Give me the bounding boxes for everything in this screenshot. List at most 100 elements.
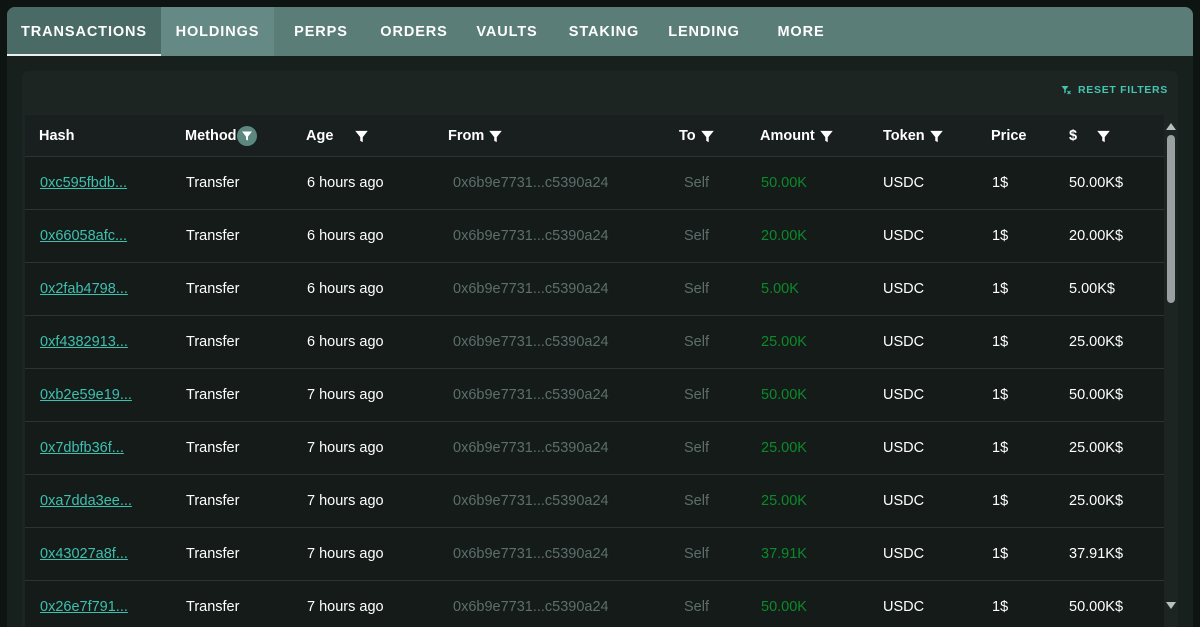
tx-hash-link[interactable]: 0xf4382913... [40, 334, 128, 350]
filter-reset-icon [1061, 86, 1071, 95]
to-filter-button[interactable] [700, 129, 715, 144]
cell-amount: 25.00K [761, 334, 807, 350]
cell-to: Self [684, 440, 709, 456]
cell-hash[interactable]: 0xc595fbdb... [40, 157, 127, 209]
cell-price: 1$ [992, 599, 1009, 615]
cell-token: USDC [883, 599, 925, 615]
cell-usd: 50.00K$ [1069, 599, 1124, 615]
usd-filter-button[interactable] [1096, 129, 1111, 144]
cell-token: USDC [883, 175, 925, 191]
cell-hash[interactable]: 0x66058afc... [40, 210, 127, 262]
cell-from: 0x6b9e7731...c5390a24 [453, 440, 609, 456]
cell-to: Self [684, 387, 709, 403]
column-label-price: Price [991, 128, 1027, 144]
cell-amount: 25.00K [761, 440, 807, 456]
scrollbar-thumb[interactable] [1167, 135, 1175, 303]
filter-funnel-icon [929, 130, 943, 142]
cell-from: 0x6b9e7731...c5390a24 [453, 546, 609, 562]
chevron-down-icon[interactable] [1166, 602, 1176, 609]
column-label-method: Method [185, 128, 237, 144]
column-label-usd: $ [1069, 128, 1078, 144]
tx-hash-link[interactable]: 0xc595fbdb... [40, 175, 127, 191]
table-row: 0x43027a8f... Transfer 7 hours ago 0x6b9e77… [25, 528, 1164, 581]
cell-hash[interactable]: 0xa7dda3ee... [40, 475, 132, 527]
table-scrollbar[interactable] [1165, 121, 1178, 621]
cell-hash[interactable]: 0x26e7f791... [40, 581, 128, 627]
tx-hash-link[interactable]: 0xb2e59e19... [40, 387, 132, 403]
tx-hash-link[interactable]: 0x2fab4798... [40, 281, 128, 297]
filter-funnel-icon [355, 130, 369, 142]
filter-funnel-icon [489, 130, 502, 142]
cell-to: Self [684, 175, 709, 191]
from-filter-button[interactable] [488, 129, 503, 144]
cell-usd: 20.00K$ [1069, 228, 1124, 244]
tab-orders[interactable]: ORDERS [368, 7, 460, 56]
cell-method: Transfer [186, 440, 240, 456]
tab-more[interactable]: MORE [754, 7, 848, 56]
cell-to: Self [684, 546, 709, 562]
cell-amount: 50.00K [761, 175, 807, 191]
cell-age: 6 hours ago [307, 175, 384, 191]
tab-holdings[interactable]: HOLDINGS [161, 7, 274, 56]
cell-hash[interactable]: 0x7dbfb36f... [40, 422, 124, 474]
method-filter-button[interactable] [236, 126, 257, 146]
tx-hash-link[interactable]: 0x43027a8f... [40, 546, 128, 562]
column-label-to: To [679, 128, 696, 144]
cell-price: 1$ [992, 440, 1009, 456]
tx-hash-link[interactable]: 0x26e7f791... [40, 599, 128, 615]
cell-from: 0x6b9e7731...c5390a24 [453, 387, 609, 403]
tab-staking[interactable]: STAKING [554, 7, 654, 56]
cell-age: 7 hours ago [307, 387, 384, 403]
token-filter-button[interactable] [929, 129, 944, 144]
cell-token: USDC [883, 228, 925, 244]
cell-to: Self [684, 228, 709, 244]
filter-funnel-icon [700, 130, 714, 142]
cell-token: USDC [883, 281, 925, 297]
cell-hash[interactable]: 0xb2e59e19... [40, 369, 132, 421]
tx-hash-link[interactable]: 0xa7dda3ee... [40, 493, 132, 509]
cell-price: 1$ [992, 546, 1009, 562]
table-row: 0x7dbfb36f... Transfer 7 hours ago 0x6b9e77… [25, 422, 1164, 475]
cell-method: Transfer [186, 175, 240, 191]
tab-vaults[interactable]: VAULTS [460, 7, 554, 56]
cell-method: Transfer [186, 546, 240, 562]
cell-token: USDC [883, 334, 925, 350]
cell-usd: 50.00K$ [1069, 387, 1124, 403]
reset-filters-button[interactable]: RESET FILTERS [1060, 84, 1168, 96]
tab-bar: TRANSACTIONS HOLDINGS PERPS ORDERS VAULT… [7, 7, 1193, 56]
cell-method: Transfer [186, 599, 240, 615]
filter-funnel-icon [241, 131, 252, 141]
column-header-from: From [448, 115, 503, 157]
table-row: 0x66058afc... Transfer 6 hours ago 0x6b9e77… [25, 210, 1164, 263]
age-filter-button[interactable] [354, 129, 369, 144]
filter-funnel-icon [1097, 130, 1110, 142]
cell-hash[interactable]: 0x43027a8f... [40, 528, 128, 580]
cell-hash[interactable]: 0xf4382913... [40, 316, 128, 368]
column-header-usd: $ [1069, 115, 1111, 157]
chevron-up-icon[interactable] [1166, 123, 1176, 130]
tab-transactions[interactable]: TRANSACTIONS [7, 7, 161, 56]
cell-usd: 25.00K$ [1069, 440, 1124, 456]
filter-funnel-icon [820, 130, 833, 142]
cell-token: USDC [883, 387, 925, 403]
transactions-panel: RESET FILTERS Hash Method Age From To Am… [22, 71, 1178, 627]
cell-token: USDC [883, 493, 925, 509]
cell-age: 6 hours ago [307, 334, 384, 350]
cell-hash[interactable]: 0x2fab4798... [40, 263, 128, 315]
amount-filter-button[interactable] [819, 129, 834, 144]
tx-hash-link[interactable]: 0x66058afc... [40, 228, 127, 244]
cell-price: 1$ [992, 334, 1009, 350]
cell-age: 6 hours ago [307, 228, 384, 244]
cell-amount: 50.00K [761, 599, 807, 615]
cell-from: 0x6b9e7731...c5390a24 [453, 175, 609, 191]
tab-lending[interactable]: LENDING [654, 7, 754, 56]
tx-hash-link[interactable]: 0x7dbfb36f... [40, 440, 124, 456]
cell-to: Self [684, 493, 709, 509]
cell-price: 1$ [992, 228, 1009, 244]
tab-perps[interactable]: PERPS [274, 7, 368, 56]
cell-from: 0x6b9e7731...c5390a24 [453, 228, 609, 244]
table-row: 0xb2e59e19... Transfer 7 hours ago 0x6b9e77… [25, 369, 1164, 422]
cell-age: 7 hours ago [307, 440, 384, 456]
cell-amount: 50.00K [761, 387, 807, 403]
table-header: Hash Method Age From To Amount Token Pri… [25, 115, 1164, 157]
